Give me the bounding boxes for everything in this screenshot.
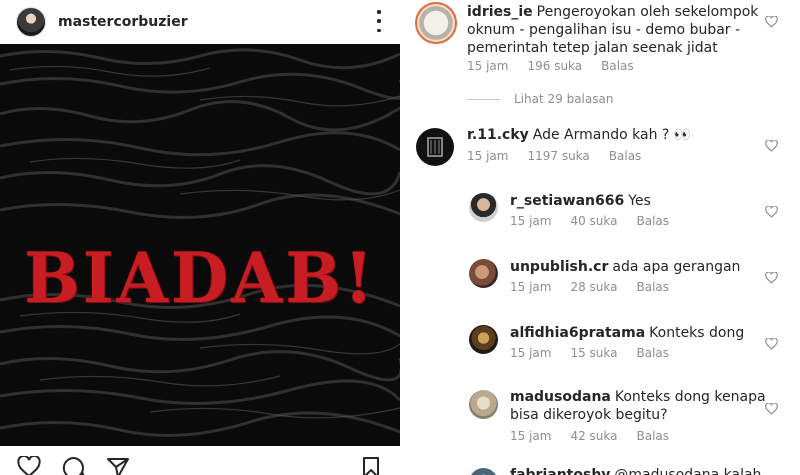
avatar[interactable] (415, 2, 457, 44)
reply-username[interactable]: r_setiawan666 (510, 193, 624, 209)
more-options-icon[interactable] (376, 10, 382, 32)
heart-icon[interactable] (765, 338, 778, 350)
comment-icon[interactable] (62, 456, 86, 475)
reply-button[interactable]: Balas (637, 214, 670, 228)
comment-text: Ade Armando kah ? 👀 (532, 127, 692, 143)
avatar-logo (427, 137, 443, 157)
heart-icon[interactable] (765, 16, 778, 28)
heart-icon[interactable] (765, 272, 778, 284)
post-action-bar (0, 446, 400, 475)
heart-icon[interactable] (765, 403, 778, 415)
view-replies-label: Lihat 29 balasan (514, 92, 614, 106)
comment-meta: 15 jam 196 suka Balas (467, 59, 653, 73)
reply-likes[interactable]: 40 suka (570, 214, 617, 228)
reply-text: bisa dikeroyok begitu? (510, 407, 668, 423)
reply-text: @madusodana kalah (614, 467, 762, 475)
avatar[interactable] (469, 325, 498, 354)
reply-time[interactable]: 15 jam (510, 429, 551, 443)
reply-button[interactable]: Balas (637, 429, 670, 443)
avatar[interactable] (16, 7, 46, 37)
comment-text: Pengeroyokan oleh sekelompok (536, 4, 759, 20)
reply-time[interactable]: 15 jam (510, 346, 551, 360)
reply-username[interactable]: madusodana (510, 389, 611, 405)
post-image-text: BIADAB! (23, 237, 377, 319)
reply-button[interactable]: Balas (601, 59, 634, 73)
reply-meta: 15 jam 40 suka Balas (510, 214, 688, 228)
reply-button[interactable]: Balas (637, 346, 670, 360)
reply-likes[interactable]: 28 suka (570, 280, 617, 294)
heart-icon[interactable] (765, 206, 778, 218)
comment-username[interactable]: idries_ie (467, 4, 533, 20)
reply-meta: 15 jam 42 suka Balas (510, 429, 688, 443)
reply-meta: 15 jam 28 suka Balas (510, 280, 688, 294)
comment-likes[interactable]: 1197 suka (527, 149, 589, 163)
comment-text: pemerintah tetep jalan seenak jidat (467, 40, 718, 56)
reply-text: ada apa gerangan (612, 259, 741, 275)
avatar[interactable] (469, 193, 498, 222)
reply-text: Konteks dong (649, 325, 745, 341)
post-header: mastercorbuzier (0, 0, 400, 44)
reply-text: Konteks dong kenapa (614, 389, 766, 405)
comment-time[interactable]: 15 jam (467, 59, 508, 73)
avatar[interactable] (469, 390, 498, 419)
reply-likes[interactable]: 42 suka (570, 429, 617, 443)
heart-icon[interactable] (765, 140, 778, 152)
reply-text: Yes (628, 193, 651, 209)
avatar[interactable] (416, 128, 454, 166)
comment-meta: 15 jam 1197 suka Balas (467, 149, 660, 163)
share-icon[interactable] (106, 456, 130, 475)
reply-button[interactable]: Balas (637, 280, 670, 294)
heart-icon[interactable] (17, 456, 41, 475)
comment-username[interactable]: r.11.cky (467, 127, 529, 143)
reply-username[interactable]: alfidhia6pratama (510, 325, 645, 341)
avatar[interactable] (469, 468, 498, 475)
reply-likes[interactable]: 15 suka (570, 346, 617, 360)
comment-text: oknum - pengalihan isu - demo bubar - (467, 22, 741, 38)
reply-button[interactable]: Balas (609, 149, 642, 163)
reply-username[interactable]: fabriantoshy (510, 467, 610, 475)
bookmark-icon[interactable] (361, 456, 381, 475)
comments-panel[interactable]: idries_ie Pengeroyokan oleh sekelompok ok… (400, 0, 800, 475)
reply-meta: 15 jam 15 suka Balas (510, 346, 688, 360)
comment-time[interactable]: 15 jam (467, 149, 508, 163)
post-image: BIADAB! (0, 44, 400, 446)
avatar[interactable] (469, 259, 498, 288)
divider (467, 98, 500, 100)
comment-likes[interactable]: 196 suka (527, 59, 582, 73)
post-username[interactable]: mastercorbuzier (58, 14, 188, 30)
reply-time[interactable]: 15 jam (510, 214, 551, 228)
view-replies-button[interactable]: Lihat 29 balasan (467, 92, 613, 106)
reply-username[interactable]: unpublish.cr (510, 259, 608, 275)
reply-time[interactable]: 15 jam (510, 280, 551, 294)
